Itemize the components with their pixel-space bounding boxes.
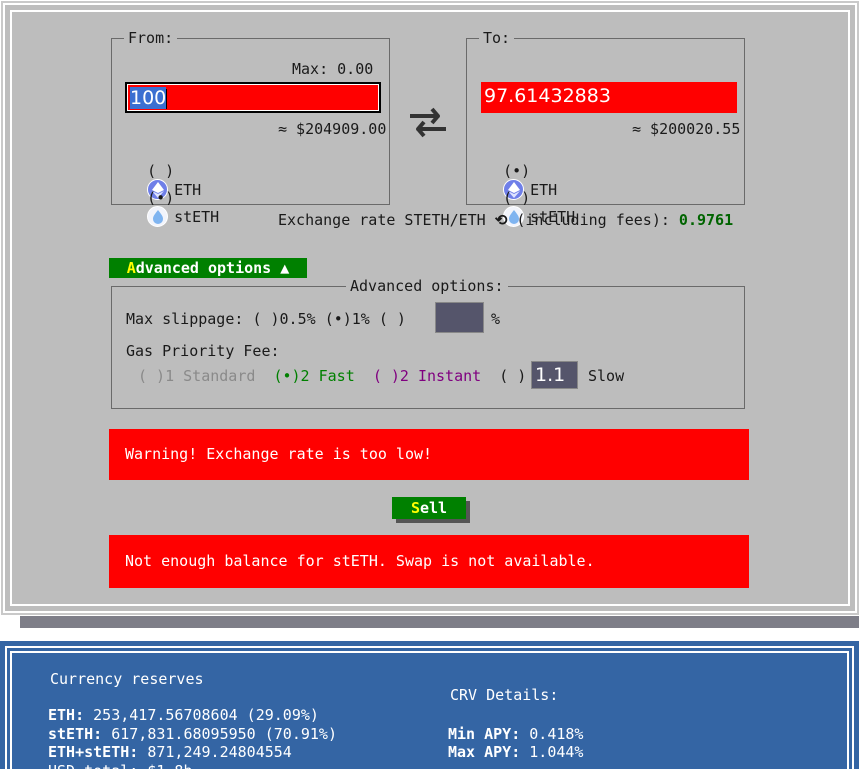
max-balance: Max: 0.00 bbox=[292, 60, 374, 78]
to-legend: To: bbox=[483, 29, 511, 47]
max-apy-label: Max APY: bbox=[448, 743, 521, 761]
reserve-eth-label: ETH: bbox=[48, 706, 85, 724]
to-amount-value: 97.61432883 bbox=[484, 85, 611, 107]
gas-custom-value: 1.1 bbox=[535, 364, 566, 386]
radio-indicator: (•) bbox=[147, 189, 175, 207]
balance-warning: Not enough balance for stETH. Swap is no… bbox=[109, 535, 749, 588]
from-amount-value: 100 bbox=[130, 87, 167, 109]
reserve-total-value: 871,249.24804554 bbox=[147, 743, 292, 761]
gas-option-custom[interactable]: ( ) bbox=[499, 367, 526, 385]
slippage-custom-input[interactable] bbox=[435, 302, 484, 333]
radio-indicator: ( ) bbox=[503, 189, 531, 207]
gas-row: ( )1 Standard (•)2 Fast ( )2 Instant ( ) bbox=[138, 367, 526, 385]
exchange-rate-line: Exchange rate STETH/ETH ⟲ (including fee… bbox=[278, 211, 733, 229]
slippage-percent: % bbox=[491, 310, 501, 328]
reserves-title: Currency reserves bbox=[50, 670, 204, 688]
sell-hotkey: S bbox=[410, 499, 420, 517]
min-apy: Min APY: 0.418% bbox=[448, 725, 583, 743]
crv-title: CRV Details: bbox=[450, 686, 559, 704]
reserve-steth: stETH: 617,831.68095950 (70.91%) bbox=[48, 725, 337, 743]
exchange-rate-prefix: Exchange rate STETH/ETH bbox=[278, 211, 486, 229]
from-steth-label: stETH bbox=[174, 208, 220, 226]
min-apy-value: 0.418% bbox=[529, 725, 584, 743]
reserve-total: ETH+stETH: 871,249.24804554 bbox=[48, 743, 292, 761]
panel-shadow bbox=[20, 616, 859, 628]
from-option-steth[interactable]: (•) stETH bbox=[129, 171, 219, 228]
steth-icon bbox=[147, 206, 169, 227]
reserve-steth-value: 617,831.68095950 (70.91%) bbox=[111, 725, 337, 743]
gas-custom-input[interactable]: 1.1 bbox=[531, 361, 578, 389]
advanced-options-legend: Advanced options: bbox=[350, 277, 504, 295]
slippage-option-0-5[interactable]: ( )0.5% bbox=[252, 310, 315, 328]
reserve-eth: ETH: 253,417.56708604 (29.09%) bbox=[48, 706, 319, 724]
from-amount-input[interactable]: 100 bbox=[125, 82, 381, 113]
gas-option-standard[interactable]: ( )1 Standard bbox=[138, 367, 255, 385]
slippage-option-1[interactable]: (•)1% bbox=[325, 310, 370, 328]
gas-option-fast[interactable]: (•)2 Fast bbox=[273, 367, 354, 385]
reserve-total-label: ETH+stETH: bbox=[48, 743, 139, 761]
reserve-steth-label: stETH: bbox=[48, 725, 103, 743]
swap-direction-icon[interactable] bbox=[408, 105, 448, 143]
gas-custom-label: Slow bbox=[588, 367, 625, 385]
reserve-eth-value: 253,417.56708604 (29.09%) bbox=[93, 706, 319, 724]
toggle-label: dvanced options ▲ bbox=[135, 259, 290, 277]
slippage-option-custom[interactable]: ( ) bbox=[379, 310, 406, 328]
sell-label: ell bbox=[419, 499, 448, 517]
slippage-row: Max slippage: ( )0.5% (•)1% ( ) bbox=[126, 310, 406, 328]
max-apy-value: 1.044% bbox=[529, 743, 584, 761]
max-apy: Max APY: 1.044% bbox=[448, 743, 583, 761]
toggle-hotkey: A bbox=[126, 259, 136, 277]
from-legend: From: bbox=[128, 29, 174, 47]
refresh-icon[interactable]: ⟲ bbox=[495, 211, 508, 229]
exchange-rate-suffix: (including fees): bbox=[516, 211, 670, 229]
sell-button[interactable]: Sell bbox=[392, 497, 466, 519]
gas-label: Gas Priority Fee: bbox=[126, 342, 280, 360]
from-usd-value: ≈ $204909.00 bbox=[278, 120, 387, 138]
exchange-rate-value: 0.9761 bbox=[678, 211, 734, 229]
advanced-options-toggle[interactable]: Advanced options ▲ bbox=[109, 258, 307, 278]
min-apy-label: Min APY: bbox=[448, 725, 521, 743]
gas-option-instant[interactable]: ( )2 Instant bbox=[373, 367, 481, 385]
info-panel: Currency reserves ETH: 253,417.56708604 … bbox=[0, 641, 859, 780]
slippage-label: Max slippage: bbox=[126, 310, 244, 328]
reserve-usd-total: USD total: $1.8b bbox=[48, 762, 193, 780]
to-amount-input[interactable]: 97.61432883 bbox=[481, 82, 737, 113]
to-usd-value: ≈ $200020.55 bbox=[632, 120, 741, 138]
rate-warning: Warning! Exchange rate is too low! bbox=[109, 429, 749, 480]
